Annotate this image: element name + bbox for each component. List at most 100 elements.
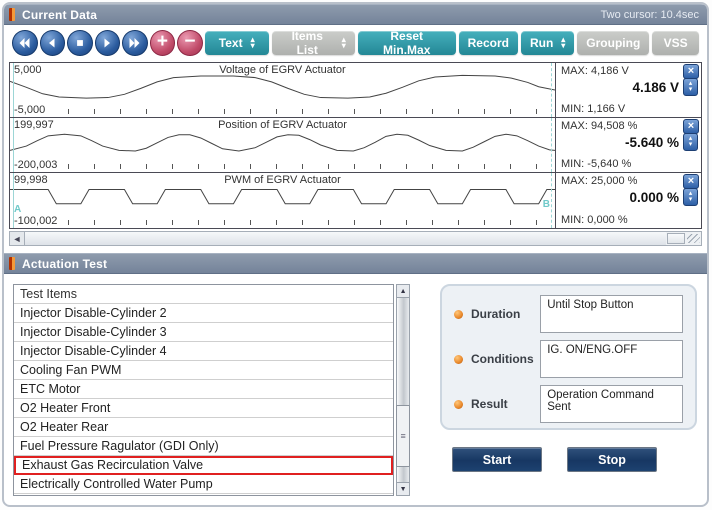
chart-horizontal-scrollbar[interactable]: ◄ — [9, 231, 702, 246]
duration-value: Until Stop Button — [540, 295, 683, 333]
rewind-button[interactable] — [12, 30, 38, 56]
stop-icon — [74, 37, 86, 49]
spinner-icon: ▴▾ — [342, 37, 346, 49]
voltage-plot[interactable]: 5,000 Voltage of EGRV Actuator -5,000 — [10, 63, 555, 117]
stop-button[interactable]: Stop — [567, 447, 657, 472]
scroll-left-button[interactable]: ◄ — [10, 232, 25, 245]
list-vertical-scrollbar[interactable]: ▲ ≡ ▼ — [396, 284, 410, 496]
conditions-row: Conditions IG. ON/ENG.OFF — [454, 340, 683, 378]
grip-icon: ≡ — [400, 431, 405, 441]
list-item[interactable]: Electrically Controlled Water Pump — [14, 475, 393, 494]
minus-button[interactable]: − — [177, 30, 203, 56]
start-button[interactable]: Start — [452, 447, 542, 472]
min-readout: MIN: 0,000 % — [561, 214, 628, 226]
list-item[interactable]: Injector Disable-Cylinder 3 — [14, 323, 393, 342]
result-value: Operation Command Sent — [540, 385, 683, 423]
current-data-toolbar: + − Text ▴▾ Items List ▴▾ Reset Min.Max … — [4, 25, 707, 62]
stop-playback-button[interactable] — [67, 30, 93, 56]
result-label: Result — [471, 397, 540, 411]
test-details-panel: Duration Until Stop Button Conditions IG… — [440, 284, 697, 430]
list-item[interactable]: O2 Heater Rear — [14, 418, 393, 437]
close-channel-button[interactable]: × — [683, 119, 699, 134]
conditions-label: Conditions — [471, 352, 540, 366]
items-list-button[interactable]: Items List ▴▾ — [272, 31, 355, 55]
scrollbar-thumb[interactable]: ≡ — [396, 405, 410, 467]
actuation-test-titlebar: Actuation Test — [4, 253, 707, 274]
max-readout: MAX: 4,186 V — [561, 65, 629, 77]
actuation-test-content: Test Items Injector Disable-Cylinder 2 I… — [4, 274, 707, 496]
fast-forward-button[interactable] — [122, 30, 148, 56]
play-icon — [101, 37, 113, 49]
pwm-plot[interactable]: A B 99,998 PWM of EGRV Actuator -100,002 — [10, 173, 555, 228]
panel-divider — [4, 246, 707, 253]
panel-flame-icon — [9, 8, 15, 21]
two-cursor-readout: Two cursor: 10.4sec — [601, 9, 699, 21]
min-readout: MIN: 1,166 V — [561, 103, 625, 115]
chart-title: Position of EGRV Actuator — [10, 119, 555, 131]
close-icon: × — [688, 176, 694, 187]
grouping-button[interactable]: Grouping — [577, 31, 649, 55]
bullet-icon — [454, 310, 463, 319]
plus-button[interactable]: + — [150, 30, 176, 56]
close-channel-button[interactable]: × — [683, 174, 699, 189]
close-icon: × — [688, 121, 694, 132]
waveform-chart-area: 5,000 Voltage of EGRV Actuator -5,000 MA… — [9, 62, 702, 229]
position-info-panel: MAX: 94,508 % × -5.640 % ▴▾ MIN: -5,640 … — [555, 118, 701, 172]
text-mode-button[interactable]: Text ▴▾ — [205, 31, 269, 55]
list-item-selected[interactable]: Exhaust Gas Recirculation Valve — [14, 456, 393, 475]
actuation-test-title: Actuation Test — [22, 257, 107, 271]
max-readout: MAX: 25,000 % — [561, 175, 637, 187]
result-row: Result Operation Command Sent — [454, 385, 683, 423]
pwm-info-panel: MAX: 25,000 % × 0.000 % ▴▾ MIN: 0,000 % — [555, 173, 701, 228]
list-item[interactable]: Cooling Fan PWM — [14, 361, 393, 380]
record-button[interactable]: Record — [459, 31, 518, 55]
toolbar-button-group: Text ▴▾ Items List ▴▾ Reset Min.Max Reco… — [205, 31, 699, 55]
chart-title: Voltage of EGRV Actuator — [10, 64, 555, 76]
scan-tool-window: Current Data Two cursor: 10.4sec + − Tex… — [2, 2, 709, 507]
y-min-label: -200,003 — [14, 159, 57, 171]
min-readout: MIN: -5,640 % — [561, 158, 631, 170]
scroll-down-button[interactable]: ▼ — [397, 482, 409, 495]
scrollbar-end-button[interactable] — [667, 233, 685, 244]
list-item[interactable]: O2 Heater Front — [14, 399, 393, 418]
fast-forward-icon — [128, 37, 141, 49]
scale-up-down-button[interactable]: ▴▾ — [683, 133, 698, 151]
list-item[interactable]: Fuel Pressure Ragulator (GDI Only) — [14, 437, 393, 456]
list-item[interactable]: Injector Disable-Cylinder 4 — [14, 342, 393, 361]
chart-title: PWM of EGRV Actuator — [10, 174, 555, 186]
step-back-button[interactable] — [40, 30, 66, 56]
scroll-up-button[interactable]: ▲ — [397, 285, 409, 298]
conditions-value: IG. ON/ENG.OFF — [540, 340, 683, 378]
time-axis-ticks — [68, 109, 549, 114]
triangle-up-icon: ▲ — [400, 288, 407, 295]
cursor-a-label: A — [14, 204, 21, 215]
resize-grip-icon[interactable] — [687, 234, 700, 243]
list-item[interactable]: Injector Disable-Cylinder 2 — [14, 304, 393, 323]
scale-up-down-button[interactable]: ▴▾ — [683, 188, 698, 206]
reset-minmax-button[interactable]: Reset Min.Max — [358, 31, 456, 55]
scrollbar-track[interactable] — [25, 232, 666, 245]
time-axis-ticks — [68, 220, 549, 225]
bullet-icon — [454, 400, 463, 409]
close-icon: × — [688, 66, 694, 77]
test-action-buttons: Start Stop — [440, 447, 697, 472]
bullet-icon — [454, 355, 463, 364]
scale-up-down-button[interactable]: ▴▾ — [683, 78, 698, 96]
pwm-chart-row: A B 99,998 PWM of EGRV Actuator -100,002… — [10, 173, 701, 228]
spinner-icon: ▴▾ — [251, 37, 255, 49]
y-min-label: -100,002 — [14, 215, 57, 227]
voltage-info-panel: MAX: 4,186 V × 4.186 V ▴▾ MIN: 1,166 V — [555, 63, 701, 117]
scrollbar-track[interactable]: ≡ — [397, 298, 409, 482]
play-button[interactable] — [95, 30, 121, 56]
run-button[interactable]: Run ▴▾ — [521, 31, 574, 55]
list-item[interactable]: ETC Motor — [14, 380, 393, 399]
vss-button[interactable]: VSS — [652, 31, 699, 55]
current-data-title: Current Data — [22, 8, 97, 22]
list-header: Test Items — [14, 285, 393, 304]
test-detail-column: Duration Until Stop Button Conditions IG… — [410, 284, 697, 496]
close-channel-button[interactable]: × — [683, 64, 699, 79]
position-plot[interactable]: 199,997 Position of EGRV Actuator -200,0… — [10, 118, 555, 172]
rewind-icon — [18, 37, 31, 49]
time-axis-ticks — [68, 164, 549, 169]
spinner-icon: ▴▾ — [561, 37, 565, 49]
